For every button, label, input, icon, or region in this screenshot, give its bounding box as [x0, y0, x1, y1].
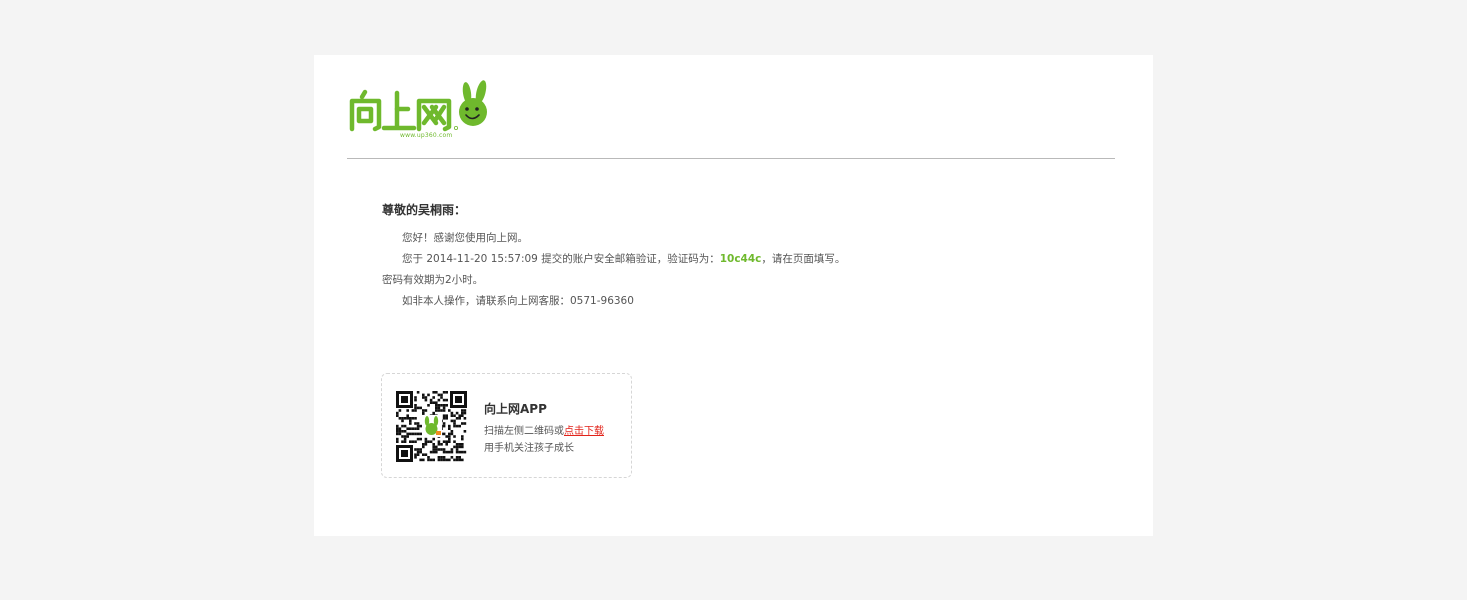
thanks-line: 您好！感谢您使用向上网。 [402, 232, 528, 244]
greeting: 尊敬的吴桐雨： [382, 203, 467, 217]
verification-prefix: 您于 2014-11-20 15:57:09 提交的账户安全邮箱验证，验证码为： [402, 253, 720, 265]
validity-line: 密码有效期为2小时。 [382, 274, 484, 286]
brand-url: www.up360.com [400, 132, 453, 139]
app-promo-box: 向上网APP 扫描左侧二维码或点击下载 用手机关注孩子成长 [381, 373, 632, 478]
app-desc-scan-text: 扫描左侧二维码或 [484, 426, 564, 437]
app-desc-scan: 扫描左侧二维码或点击下载 [484, 422, 604, 437]
email-card: www.up360.com 尊敬的吴桐雨： 您好！感谢您使用向上网。 您于 20… [314, 55, 1153, 536]
app-title: 向上网APP [484, 402, 547, 416]
header-divider [347, 158, 1115, 159]
verification-suffix: ，请在页面填写。 [761, 253, 846, 265]
brand-logo: www.up360.com [348, 79, 493, 145]
download-link[interactable]: 点击下载 [564, 426, 604, 437]
verification-code: 10c44c [719, 253, 762, 265]
verification-line: 您于 2014-11-20 15:57:09 提交的账户安全邮箱验证，验证码为：… [402, 252, 845, 266]
qr-code-icon [396, 391, 467, 462]
contact-line: 如非本人操作，请联系向上网客服：0571-96360 [402, 295, 634, 307]
app-desc-follow: 用手机关注孩子成长 [484, 443, 574, 454]
